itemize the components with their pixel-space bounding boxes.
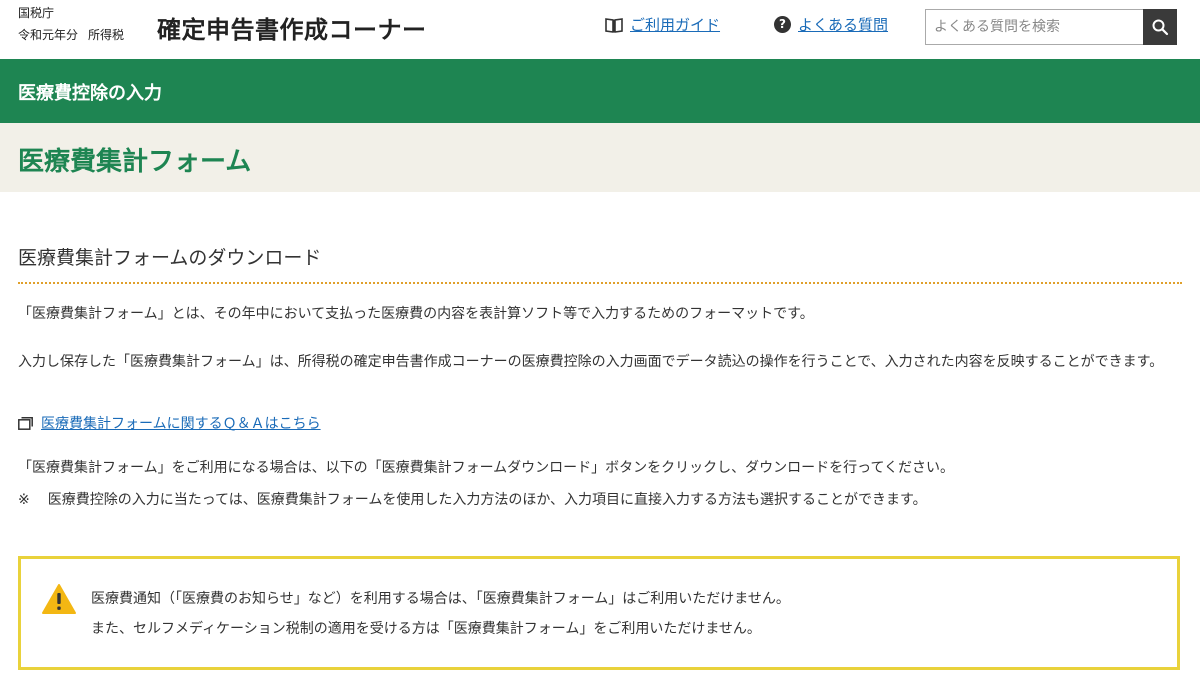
page-title: 医療費集計フォーム xyxy=(18,147,252,177)
window-icon xyxy=(18,416,33,430)
note-paragraph: ※ 医療費控除の入力に当たっては、医療費集計フォームを使用した入力方法のほか、入力… xyxy=(18,490,927,510)
faq-link[interactable]: ? よくある質問 xyxy=(774,14,888,35)
agency-name: 国税庁 xyxy=(18,6,55,20)
question-circle-icon: ? xyxy=(774,16,791,33)
book-icon xyxy=(605,17,623,33)
download-instruction: 「医療費集計フォーム」をご利用になる場合は、以下の「医療費集計フォームダウンロー… xyxy=(18,460,955,476)
section-title: 医療費控除の入力 xyxy=(18,83,162,104)
era-tax-type: 令和元年分 所得税 xyxy=(18,27,124,43)
magnifier-icon xyxy=(1152,19,1169,36)
search-button[interactable] xyxy=(1143,9,1177,45)
era-label: 令和元年分 xyxy=(18,28,79,42)
description-paragraph: 「医療費集計フォーム」とは、その年中において支払った医療費の内容を表計算ソフト等… xyxy=(18,306,814,322)
guide-link-label[interactable]: ご利用ガイド xyxy=(630,14,720,35)
note-text: 医療費控除の入力に当たっては、医療費集計フォームを使用した入力方法のほか、入力項… xyxy=(47,492,927,508)
faq-link-label[interactable]: よくある質問 xyxy=(798,14,888,35)
warning-line-2: また、セルフメディケーション税制の適用を受ける方は「医療費集計フォーム」をご利用… xyxy=(91,621,761,637)
warning-box: 医療費通知（「医療費のお知らせ」など）を利用する場合は、「医療費集計フォーム」は… xyxy=(18,556,1180,670)
warning-triangle-icon xyxy=(42,584,76,614)
tax-type-label: 所得税 xyxy=(88,28,125,42)
qa-link[interactable]: 医療費集計フォームに関するＱ＆Ａはこちら xyxy=(18,413,321,433)
section-bar: 医療費控除の入力 xyxy=(0,59,1200,123)
download-heading: 医療費集計フォームのダウンロード xyxy=(18,244,1182,284)
note-mark: ※ xyxy=(18,492,30,508)
qa-link-label[interactable]: 医療費集計フォームに関するＱ＆Ａはこちら xyxy=(41,413,321,433)
guide-link[interactable]: ご利用ガイド xyxy=(604,14,720,35)
page-title-bar: 医療費集計フォーム xyxy=(0,123,1200,192)
warning-line-1: 医療費通知（「医療費のお知らせ」など）を利用する場合は、「医療費集計フォーム」は… xyxy=(91,591,790,607)
site-header: 国税庁 令和元年分 所得税 確定申告書作成コーナー ご利用ガイド ? よくある質問 xyxy=(0,0,1200,59)
site-title[interactable]: 確定申告書作成コーナー xyxy=(157,10,427,45)
faq-search xyxy=(925,9,1177,45)
search-input[interactable] xyxy=(925,9,1143,45)
download-heading-text: 医療費集計フォームのダウンロード xyxy=(18,247,322,269)
import-paragraph: 入力し保存した「医療費集計フォーム」は、所得税の確定申告書作成コーナーの医療費控… xyxy=(18,354,1164,370)
